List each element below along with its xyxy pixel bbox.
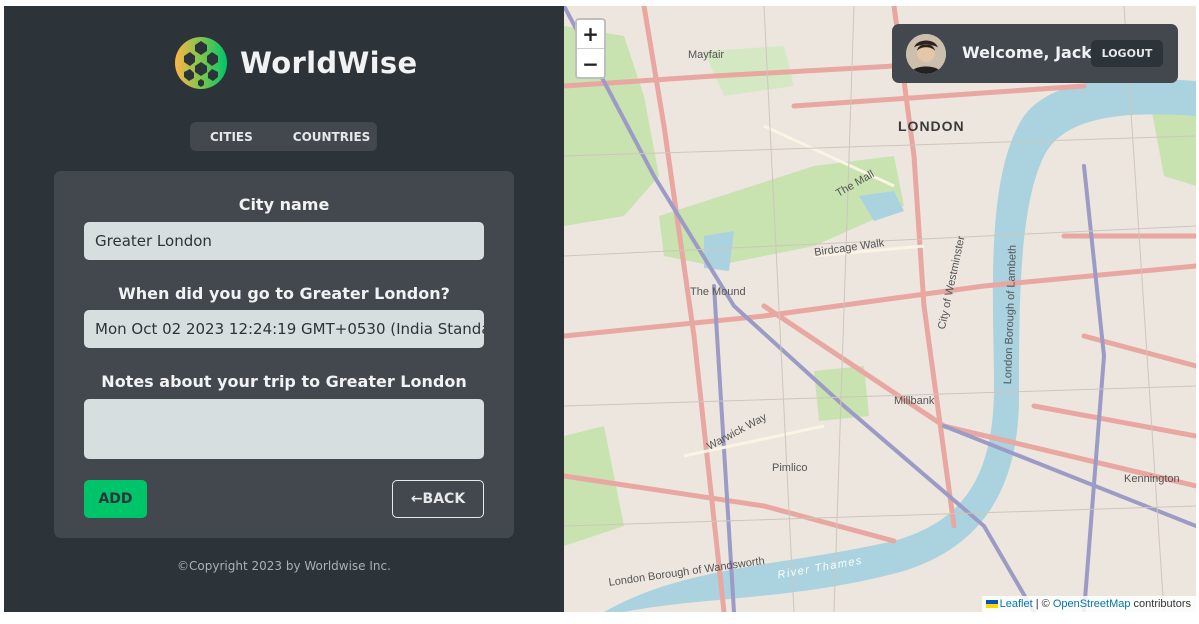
avatar bbox=[906, 34, 946, 74]
map[interactable]: Mayfair LONDON The Mall Birdcage Walk Th… bbox=[564, 6, 1196, 612]
logo[interactable]: WorldWise bbox=[174, 36, 417, 90]
copyright: ©Copyright 2023 by Worldwise Inc. bbox=[177, 559, 391, 573]
app-root: WorldWise CITIES COUNTRIES City name Gre… bbox=[4, 6, 1196, 612]
zoom-out-button[interactable]: − bbox=[577, 49, 604, 78]
sidebar: WorldWise CITIES COUNTRIES City name Gre… bbox=[4, 6, 564, 612]
zoom-control: + − bbox=[575, 18, 606, 79]
brand-name: WorldWise bbox=[240, 46, 418, 80]
map-tiles[interactable] bbox=[564, 6, 1196, 612]
map-label-mayfair: Mayfair bbox=[688, 49, 725, 61]
map-label-the-mound: The Mound bbox=[690, 286, 746, 298]
map-label-millbank: Millbank bbox=[894, 395, 935, 407]
osm-link[interactable]: OpenStreetMap bbox=[1053, 598, 1131, 610]
city-name-label: City name bbox=[238, 195, 330, 214]
globe-logo-icon bbox=[175, 37, 227, 89]
map-label-london: LONDON bbox=[898, 118, 965, 134]
zoom-in-button[interactable]: + bbox=[577, 20, 604, 49]
tab-countries[interactable]: COUNTRIES bbox=[273, 130, 391, 144]
attribution-contributors: contributors bbox=[1130, 598, 1191, 610]
add-button[interactable]: ADD bbox=[84, 480, 147, 518]
notes-label: Notes about your trip to Greater London bbox=[101, 372, 467, 391]
notes-textarea[interactable] bbox=[84, 399, 484, 459]
user-panel: Welcome, Jack LOGOUT bbox=[892, 24, 1178, 83]
ukraine-flag-icon bbox=[985, 600, 998, 608]
tab-cities[interactable]: CITIES bbox=[190, 130, 273, 144]
attribution-separator: | © bbox=[1032, 598, 1053, 610]
logout-button[interactable]: LOGOUT bbox=[1091, 40, 1163, 67]
map-attribution: Leaflet | © OpenStreetMap contributors bbox=[981, 596, 1196, 612]
date-label: When did you go to Greater London? bbox=[118, 284, 450, 303]
date-input[interactable]: Mon Oct 02 2023 12:24:19 GMT+0530 (India… bbox=[84, 310, 484, 348]
app-nav: CITIES COUNTRIES bbox=[190, 122, 377, 151]
map-label-pimlico: Pimlico bbox=[772, 462, 808, 474]
map-label-kennington: Kennington bbox=[1124, 473, 1180, 485]
city-form: City name Greater London When did you go… bbox=[54, 171, 514, 538]
welcome-text: Welcome, Jack bbox=[962, 43, 1092, 62]
back-button[interactable]: ←BACK bbox=[392, 480, 484, 518]
city-name-input[interactable]: Greater London bbox=[84, 222, 484, 260]
leaflet-link[interactable]: Leaflet bbox=[1000, 598, 1033, 610]
